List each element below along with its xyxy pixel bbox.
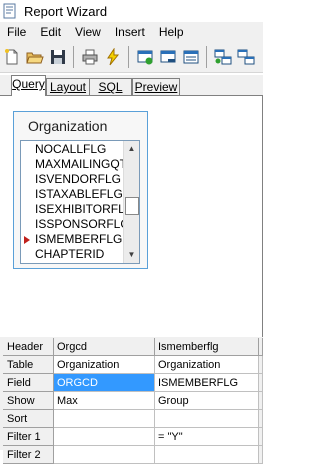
menu-view[interactable]: View bbox=[68, 22, 108, 42]
tab-query[interactable]: Query bbox=[11, 75, 46, 96]
table-box-title: Organization bbox=[28, 118, 108, 134]
new-document-icon bbox=[5, 49, 18, 65]
title-bar: Report Wizard bbox=[0, 0, 263, 22]
table-properties-button[interactable] bbox=[180, 46, 202, 68]
save-button[interactable] bbox=[47, 46, 69, 68]
menu-edit[interactable]: Edit bbox=[33, 22, 68, 42]
menu-help[interactable]: Help bbox=[152, 22, 191, 42]
row-label: Sort bbox=[3, 410, 54, 428]
add-table-icon bbox=[137, 50, 153, 65]
row-label: Filter 1 bbox=[3, 428, 54, 446]
menu-bar: File Edit View Insert Help bbox=[0, 22, 263, 42]
row-label: Table bbox=[3, 356, 54, 374]
scroll-thumb[interactable] bbox=[125, 197, 139, 215]
tab-preview-label: Preview bbox=[134, 80, 178, 94]
grid-cell[interactable]: Organization bbox=[155, 356, 259, 374]
row-label: Filter 2 bbox=[3, 446, 54, 464]
grid-edge bbox=[259, 428, 263, 446]
menu-file[interactable]: File bbox=[0, 22, 33, 42]
open-folder-icon bbox=[26, 52, 44, 64]
join-tables-button[interactable] bbox=[212, 46, 234, 68]
run-button[interactable] bbox=[102, 46, 124, 68]
add-table-button[interactable] bbox=[134, 46, 156, 68]
join-tables-icon bbox=[214, 49, 232, 65]
print-button[interactable] bbox=[79, 46, 101, 68]
grid-cell[interactable]: = "Y" bbox=[155, 428, 259, 446]
tab-strip: Query Layout SQL Preview bbox=[0, 75, 263, 96]
new-button[interactable] bbox=[1, 46, 23, 68]
grid-edge bbox=[259, 338, 263, 356]
printer-icon bbox=[82, 49, 98, 65]
tab-sql-label: SQL bbox=[98, 80, 123, 94]
grid-edge bbox=[259, 446, 263, 464]
toolbar-separator bbox=[128, 46, 129, 68]
column-header[interactable]: Orgcd bbox=[54, 338, 155, 356]
field-item[interactable]: NOCALLFLG bbox=[35, 142, 106, 156]
field-item[interactable]: ISTAXABLEFLG bbox=[35, 187, 123, 201]
field-item[interactable]: ISEXHIBITORFLG bbox=[35, 202, 134, 216]
tab-preview[interactable]: Preview bbox=[132, 78, 180, 96]
grid-edge bbox=[259, 374, 263, 392]
field-marker-icon bbox=[24, 236, 30, 244]
menu-insert[interactable]: Insert bbox=[108, 22, 152, 42]
grid-cell[interactable]: Organization bbox=[54, 356, 155, 374]
open-button[interactable] bbox=[24, 46, 46, 68]
row-label: Header bbox=[3, 338, 54, 356]
window-title: Report Wizard bbox=[24, 3, 108, 19]
field-item[interactable]: ISVENDORFLG bbox=[35, 172, 121, 186]
grid-cell[interactable] bbox=[155, 410, 259, 428]
scroll-up-icon[interactable]: ▲ bbox=[126, 143, 137, 154]
toolbar bbox=[0, 42, 263, 73]
field-item[interactable]: ISSPONSORFLG bbox=[35, 217, 130, 231]
row-label: Field bbox=[3, 374, 54, 392]
report-wizard-app-icon bbox=[3, 3, 16, 19]
grid-edge bbox=[259, 410, 263, 428]
grid-cell-selected[interactable]: ORGCD bbox=[54, 374, 155, 392]
design-grid: Header Orgcd Ismemberflg Table Organizat… bbox=[0, 337, 263, 464]
grid-filter2-row: Filter 2 bbox=[0, 446, 263, 464]
toolbar-separator bbox=[73, 46, 74, 68]
grid-cell[interactable] bbox=[54, 446, 155, 464]
grid-sort-row: Sort bbox=[0, 410, 263, 428]
grid-cell[interactable] bbox=[54, 410, 155, 428]
tab-query-label: Query bbox=[12, 77, 45, 91]
field-item[interactable]: CHAPTERID bbox=[35, 247, 104, 261]
relation-icon bbox=[237, 49, 255, 65]
grid-cell[interactable]: Group bbox=[155, 392, 259, 410]
remove-table-icon bbox=[160, 50, 176, 63]
grid-edge bbox=[259, 392, 263, 410]
grid-show-row: Show Max Group bbox=[0, 392, 263, 410]
field-item[interactable]: MAXMAILINGQTY bbox=[35, 157, 135, 171]
grid-cell[interactable]: Max bbox=[54, 392, 155, 410]
grid-cell[interactable] bbox=[54, 428, 155, 446]
remove-table-button[interactable] bbox=[157, 46, 179, 68]
toolbar-separator bbox=[206, 46, 207, 68]
lightning-icon bbox=[107, 48, 120, 66]
table-window-icon bbox=[183, 50, 199, 64]
tab-sql[interactable]: SQL bbox=[89, 78, 132, 96]
row-label: Show bbox=[3, 392, 54, 410]
save-disk-icon bbox=[51, 50, 65, 64]
grid-cell[interactable]: ISMEMBERFLG bbox=[155, 374, 259, 392]
relation-button[interactable] bbox=[235, 46, 257, 68]
field-list[interactable]: NOCALLFLG MAXMAILINGQTY ISVENDORFLG ISTA… bbox=[20, 140, 140, 264]
tab-layout-label: Layout bbox=[49, 80, 87, 94]
column-header[interactable]: Ismemberflg bbox=[155, 338, 259, 356]
grid-filter1-row: Filter 1 = "Y" bbox=[0, 428, 263, 446]
organization-table-box[interactable]: Organization NOCALLFLG MAXMAILINGQTY ISV… bbox=[13, 111, 148, 269]
grid-cell[interactable] bbox=[155, 446, 259, 464]
grid-table-row: Table Organization Organization bbox=[0, 356, 263, 374]
grid-header-row: Header Orgcd Ismemberflg bbox=[0, 338, 263, 356]
grid-field-row: Field ORGCD ISMEMBERFLG bbox=[0, 374, 263, 392]
tab-layout[interactable]: Layout bbox=[46, 78, 90, 96]
scroll-down-icon[interactable]: ▼ bbox=[126, 249, 137, 260]
field-list-scrollbar[interactable]: ▲ ▼ bbox=[123, 141, 139, 263]
grid-edge bbox=[259, 356, 263, 374]
query-design-pane[interactable]: Organization NOCALLFLG MAXMAILINGQTY ISV… bbox=[0, 95, 263, 338]
field-item-marked[interactable]: ISMEMBERFLG bbox=[35, 232, 122, 246]
